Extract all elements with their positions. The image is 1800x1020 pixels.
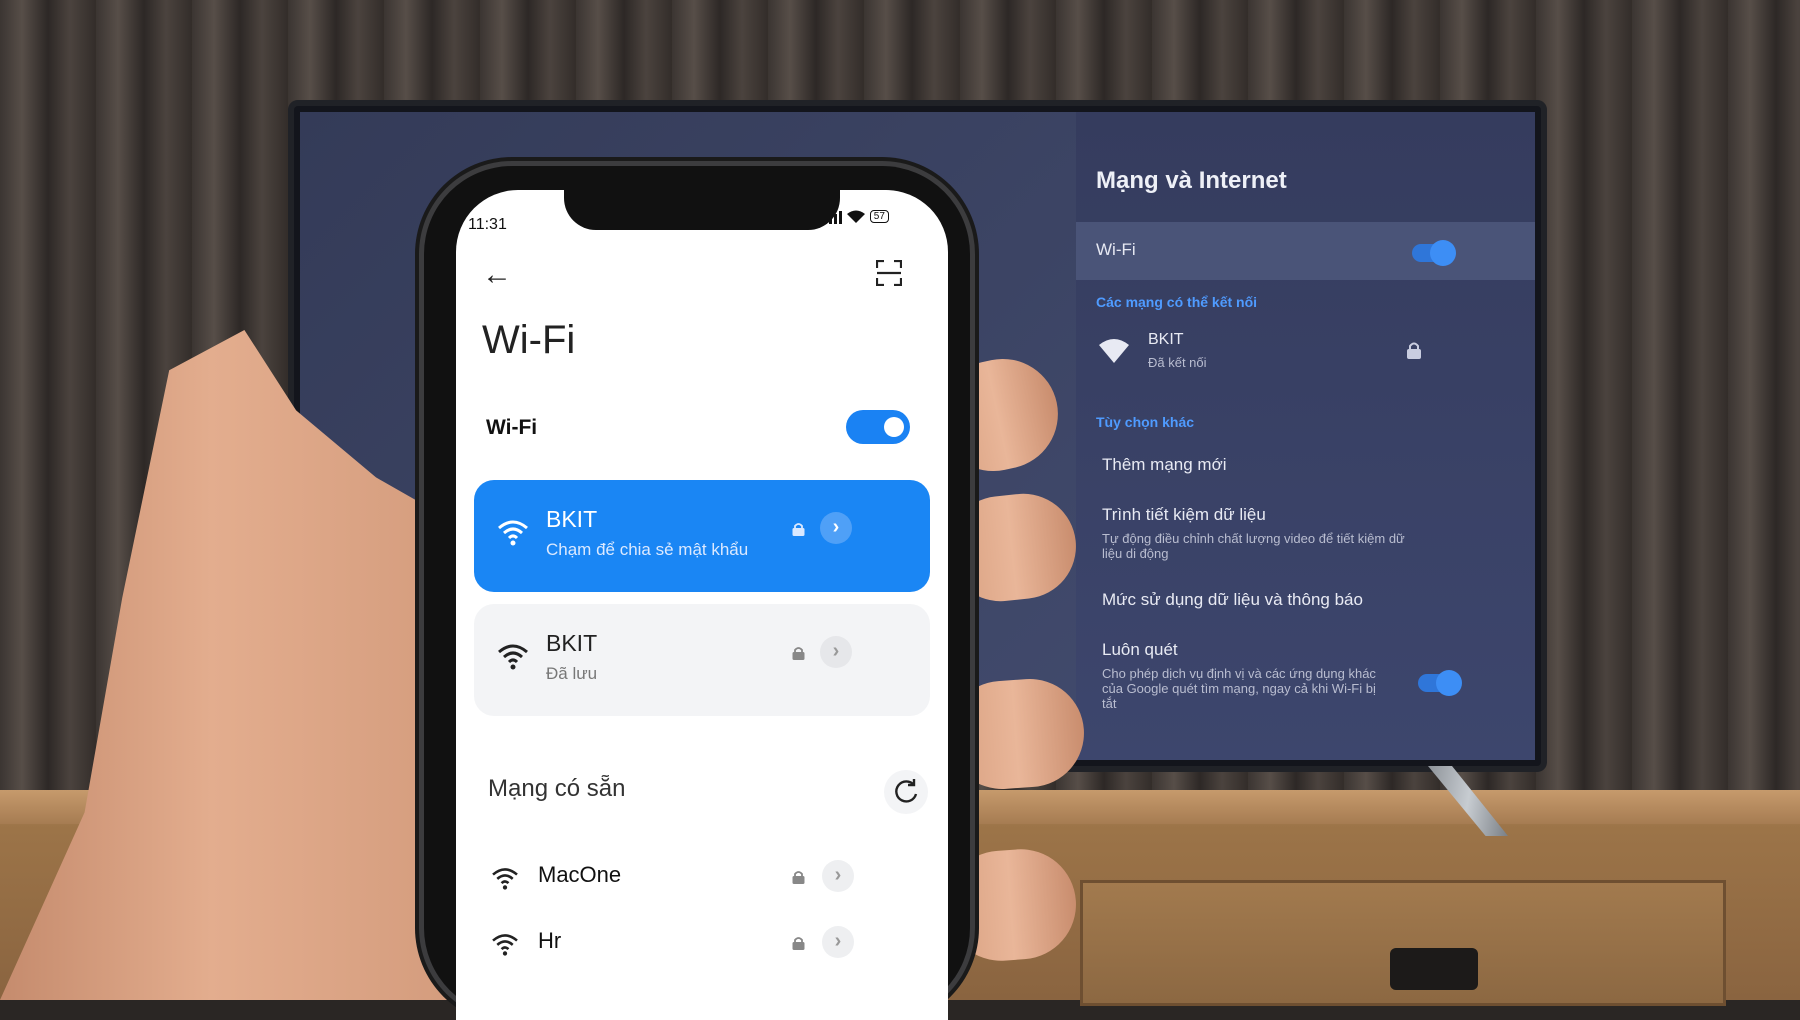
wifi-icon	[492, 934, 518, 956]
toggle-knob	[884, 417, 904, 437]
lock-icon	[792, 647, 805, 660]
network-subtitle: Chạm để chia sẻ mật khẩu	[546, 540, 749, 559]
tv-option-data-usage[interactable]: Mức sử dụng dữ liệu và thông báo	[1076, 582, 1535, 622]
lock-icon	[792, 523, 805, 536]
tv-page-title: Mạng và Internet	[1096, 167, 1287, 194]
toggle-knob	[1430, 240, 1456, 266]
network-subtitle: Đã lưu	[546, 664, 598, 683]
tv-settings-panel: Mạng và Internet Wi-Fi Các mạng có thể k…	[1076, 112, 1535, 760]
tv-option-title: Thêm mạng mới	[1102, 455, 1227, 474]
wifi-icon	[498, 520, 528, 546]
tv-network-name: BKIT	[1148, 331, 1184, 348]
network-name: BKIT	[546, 506, 598, 532]
chevron-right-icon[interactable]: ›	[820, 636, 852, 668]
tv-option-always-scan[interactable]: Luôn quét Cho phép dịch vụ định vị và cá…	[1076, 632, 1535, 760]
tv-network-status: Đã kết nối	[1148, 355, 1207, 370]
tv-wifi-toggle[interactable]	[1412, 240, 1456, 266]
tv-section-available: Các mạng có thể kết nối	[1096, 294, 1258, 310]
available-network-item[interactable]: Hr ›	[456, 912, 948, 972]
saved-network-card[interactable]: BKIT Đã lưu ›	[474, 604, 930, 716]
wifi-status-icon	[846, 210, 865, 223]
tv-always-scan-toggle[interactable]	[1418, 670, 1462, 696]
wifi-icon	[498, 644, 528, 670]
battery-icon: 57	[869, 210, 889, 223]
wifi-toggle-label: Wi-Fi	[486, 416, 538, 439]
tv-section-other: Tùy chọn khác	[1096, 414, 1195, 430]
lock-icon	[792, 937, 805, 950]
tv-option-subtitle: Tự động điều chỉnh chất lượng video để t…	[1102, 531, 1405, 561]
wifi-icon	[1099, 339, 1129, 363]
status-icons: 57	[824, 210, 889, 227]
tv-network-item[interactable]: BKIT Đã kết nối	[1076, 327, 1535, 387]
toggle-knob	[1436, 670, 1462, 696]
signal-icon	[824, 211, 842, 224]
phone-notch	[564, 190, 840, 230]
page-title: Wi-Fi	[482, 318, 576, 362]
back-arrow-icon[interactable]: ←	[482, 258, 512, 292]
refresh-button[interactable]	[884, 770, 928, 814]
tv-option-title: Mức sử dụng dữ liệu và thông báo	[1102, 590, 1363, 609]
network-name: MacOne	[538, 862, 622, 887]
lock-icon	[792, 871, 805, 884]
wifi-toggle[interactable]	[846, 410, 910, 444]
network-name: BKIT	[546, 630, 598, 656]
lock-icon	[1407, 342, 1421, 359]
scan-qr-icon[interactable]	[876, 260, 902, 286]
wifi-icon	[492, 868, 518, 890]
tv-wifi-label: Wi-Fi	[1096, 240, 1136, 259]
available-network-item[interactable]: MacOne ›	[456, 846, 948, 906]
tv-option-add-network[interactable]: Thêm mạng mới	[1076, 447, 1535, 487]
refresh-icon	[895, 779, 918, 803]
connected-network-card[interactable]: BKIT Chạm để chia sẻ mật khẩu ›	[474, 480, 930, 592]
tv-option-data-saver[interactable]: Trình tiết kiệm dữ liệu Tự động điều chỉ…	[1076, 497, 1535, 567]
available-networks-header: Mạng có sẵn	[488, 775, 626, 802]
tv-option-subtitle: Cho phép dịch vụ định vị và các ứng dụng…	[1102, 666, 1376, 711]
network-name: Hr	[538, 928, 562, 953]
phone-screen: 11:31 57 ← Wi-Fi Wi-Fi BKIT Chạm để chia…	[456, 190, 948, 1020]
tv-option-title: Luôn quét	[1102, 640, 1178, 659]
status-time: 11:31	[468, 216, 507, 233]
tv-wifi-row[interactable]	[1076, 222, 1535, 280]
drawer-handle	[1390, 948, 1478, 990]
tv-option-title: Trình tiết kiệm dữ liệu	[1102, 505, 1266, 524]
chevron-right-icon[interactable]: ›	[820, 512, 852, 544]
chevron-right-icon[interactable]: ›	[822, 926, 854, 958]
chevron-right-icon[interactable]: ›	[822, 860, 854, 892]
